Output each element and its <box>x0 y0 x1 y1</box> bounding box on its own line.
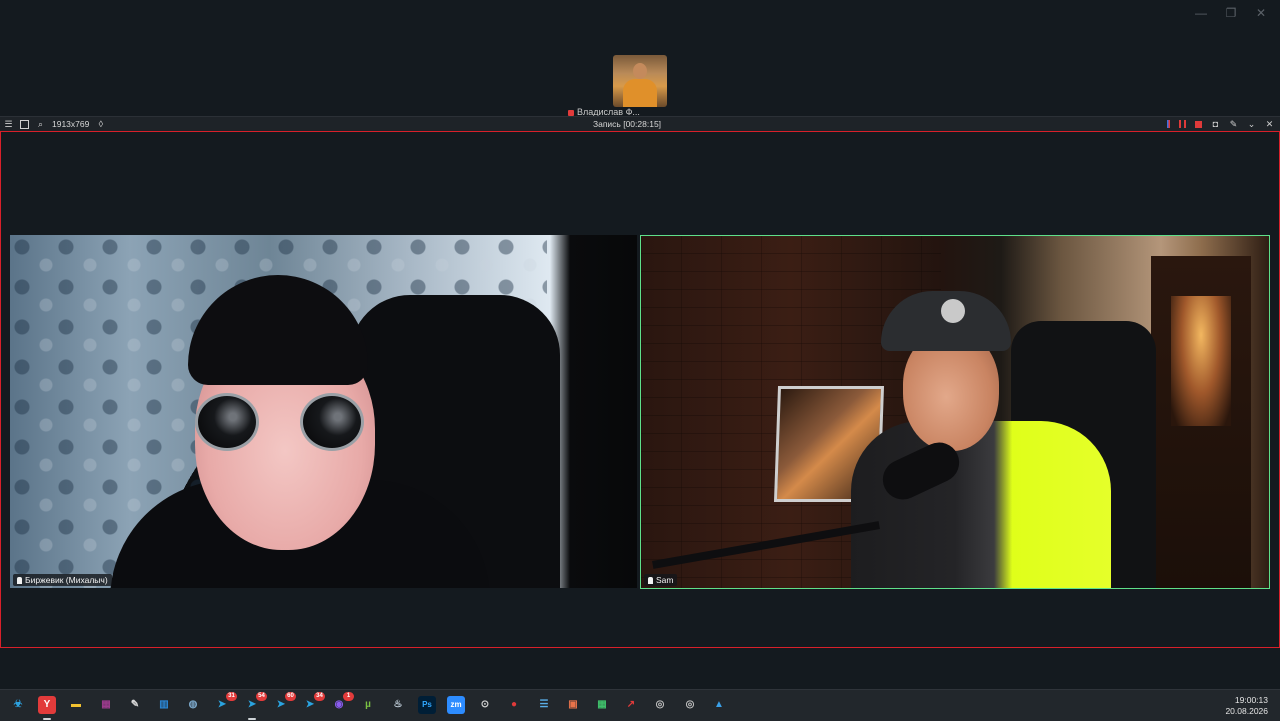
record-icon[interactable]: ● <box>505 696 523 714</box>
notification-badge: 1 <box>343 692 354 701</box>
taskbar: ☣ Y ▬ ▦ ✎ ▥ ◍ ➤ 31 ➤ 54 ➤ 60 ➤ 34 ◉ 1 µ ♨ Ps zm ⊙ ● ☰ ▣ ▦ ↗ ◎ ◎ ▲ 19:… <box>0 689 1280 721</box>
stop-icon[interactable] <box>1195 120 1202 128</box>
pause-icon[interactable] <box>1179 120 1186 128</box>
clock-time: 19:00:13 <box>1234 695 1268 705</box>
obs-studio-icon-2[interactable]: ◎ <box>681 696 699 714</box>
participant-2-name-tag: Sam <box>644 574 678 586</box>
close-button[interactable]: ✕ <box>1252 6 1270 20</box>
notification-badge: 34 <box>314 692 325 701</box>
chrome-glyph: ◉ <box>334 699 344 710</box>
obs-studio-2-glyph: ◎ <box>685 699 695 710</box>
file-explorer-glyph: ▬ <box>71 699 81 710</box>
zoom-glyph: zm <box>450 700 462 709</box>
recording-title: Запись [00:28:15] <box>592 119 662 129</box>
notes-glyph: ☰ <box>539 699 549 710</box>
sunglasses-right-lens <box>300 393 364 451</box>
recorder-toolbar: ☰ ⌕ 1913x769 ◊ Запись [00:28:15] ◘ ✎ ⌄ ✕ <box>0 116 1280 131</box>
winrar-glyph: ▦ <box>101 699 111 710</box>
start-glyph: ☣ <box>13 699 23 710</box>
self-view-head <box>633 63 647 79</box>
pin-icon <box>648 577 653 584</box>
utorrent-glyph: µ <box>365 699 371 710</box>
system-clock[interactable]: 19:00:13 20.08.2026 <box>1225 695 1268 717</box>
zoom-icon[interactable]: zm <box>447 696 465 714</box>
collapse-icon[interactable]: ⌄ <box>1247 119 1256 129</box>
telegram-3-glyph: ➤ <box>276 699 286 710</box>
yandex-browser-icon[interactable]: Y <box>38 696 56 714</box>
video-tile-participant-1[interactable]: Биржевик (Михалыч) <box>10 235 637 588</box>
record-glyph: ● <box>510 699 518 710</box>
camera-icon[interactable]: ◘ <box>1211 119 1220 129</box>
photoshop-icon[interactable]: Ps <box>418 696 436 714</box>
telegram-icon-2[interactable]: ➤ 54 <box>243 692 267 714</box>
self-view-thumbnail[interactable] <box>613 55 667 107</box>
obs-glyph: ⊙ <box>480 699 490 710</box>
pin-icon <box>17 577 22 584</box>
minimize-button[interactable]: — <box>1192 6 1210 20</box>
obs-studio-glyph: ◎ <box>655 699 665 710</box>
participant-2-body <box>851 421 1111 588</box>
utorrent-icon[interactable]: µ <box>359 696 377 714</box>
display-cabinet <box>1151 256 1251 588</box>
participant-2-name: Sam <box>656 575 674 585</box>
mic-muted-icon <box>568 109 574 116</box>
notification-badge: 60 <box>285 692 296 701</box>
self-view-name: Владислав Ф... <box>568 108 676 116</box>
telegram-icon-3[interactable]: ➤ 60 <box>272 692 296 714</box>
pen-icon[interactable]: ✎ <box>1229 119 1238 129</box>
telegram-2-glyph: ➤ <box>247 699 257 710</box>
window-controls: — ❐ ✕ <box>1192 6 1270 20</box>
cabinet-light <box>1171 296 1231 426</box>
telegram-1-glyph: ➤ <box>217 699 227 710</box>
obs-icon[interactable]: ⊙ <box>476 696 494 714</box>
photos-icon[interactable]: ▲ <box>710 696 728 714</box>
obs-studio-icon[interactable]: ◎ <box>651 696 669 714</box>
notification-badge: 54 <box>256 692 267 701</box>
clock-date: 20.08.2026 <box>1225 706 1268 716</box>
participant-1-name: Биржевик (Михалыч) <box>25 575 108 585</box>
flag-icon <box>1167 120 1170 128</box>
app-orange-glyph: ▣ <box>568 699 578 710</box>
self-view-name-text: Владислав Ф... <box>577 108 640 116</box>
photos-glyph: ▲ <box>714 699 724 710</box>
sheets-glyph: ▦ <box>597 699 607 710</box>
arrow-app-glyph: ↗ <box>626 699 636 710</box>
telegram-4-glyph: ➤ <box>305 699 315 710</box>
file-explorer-icon[interactable]: ▬ <box>67 696 85 714</box>
sunglasses-left-lens <box>195 393 259 451</box>
globe-glyph: ◍ <box>188 699 198 710</box>
arrow-app-icon[interactable]: ↗ <box>622 696 640 714</box>
video-tile-participant-2[interactable]: Sam <box>640 235 1270 589</box>
steam-glyph: ♨ <box>393 699 403 710</box>
calculator-icon[interactable]: ▥ <box>155 696 173 714</box>
telegram-icon-4[interactable]: ➤ 34 <box>301 692 325 714</box>
yandex-browser-glyph: Y <box>43 699 51 710</box>
participant-1-name-tag: Биржевик (Михалыч) <box>13 574 112 586</box>
app-orange-icon[interactable]: ▣ <box>564 696 582 714</box>
paint-glyph: ✎ <box>130 699 140 710</box>
notes-icon[interactable]: ☰ <box>535 696 553 714</box>
paint-icon[interactable]: ✎ <box>126 696 144 714</box>
telegram-icon-1[interactable]: ➤ 31 <box>213 692 237 714</box>
maximize-button[interactable]: ❐ <box>1222 6 1240 20</box>
steam-icon[interactable]: ♨ <box>389 696 407 714</box>
calculator-glyph: ▥ <box>159 699 169 710</box>
recorder-close-icon[interactable]: ✕ <box>1265 119 1274 129</box>
notification-badge: 31 <box>226 692 237 701</box>
start-icon[interactable]: ☣ <box>9 696 27 714</box>
chrome-icon[interactable]: ◉ 1 <box>330 692 354 714</box>
winrar-icon[interactable]: ▦ <box>97 696 115 714</box>
self-view-body <box>623 79 657 107</box>
globe-icon[interactable]: ◍ <box>184 696 202 714</box>
recorder-toolbar-right: ◘ ✎ ⌄ ✕ <box>1167 117 1274 131</box>
sheets-icon[interactable]: ▦ <box>593 696 611 714</box>
photoshop-glyph: Ps <box>422 700 432 709</box>
